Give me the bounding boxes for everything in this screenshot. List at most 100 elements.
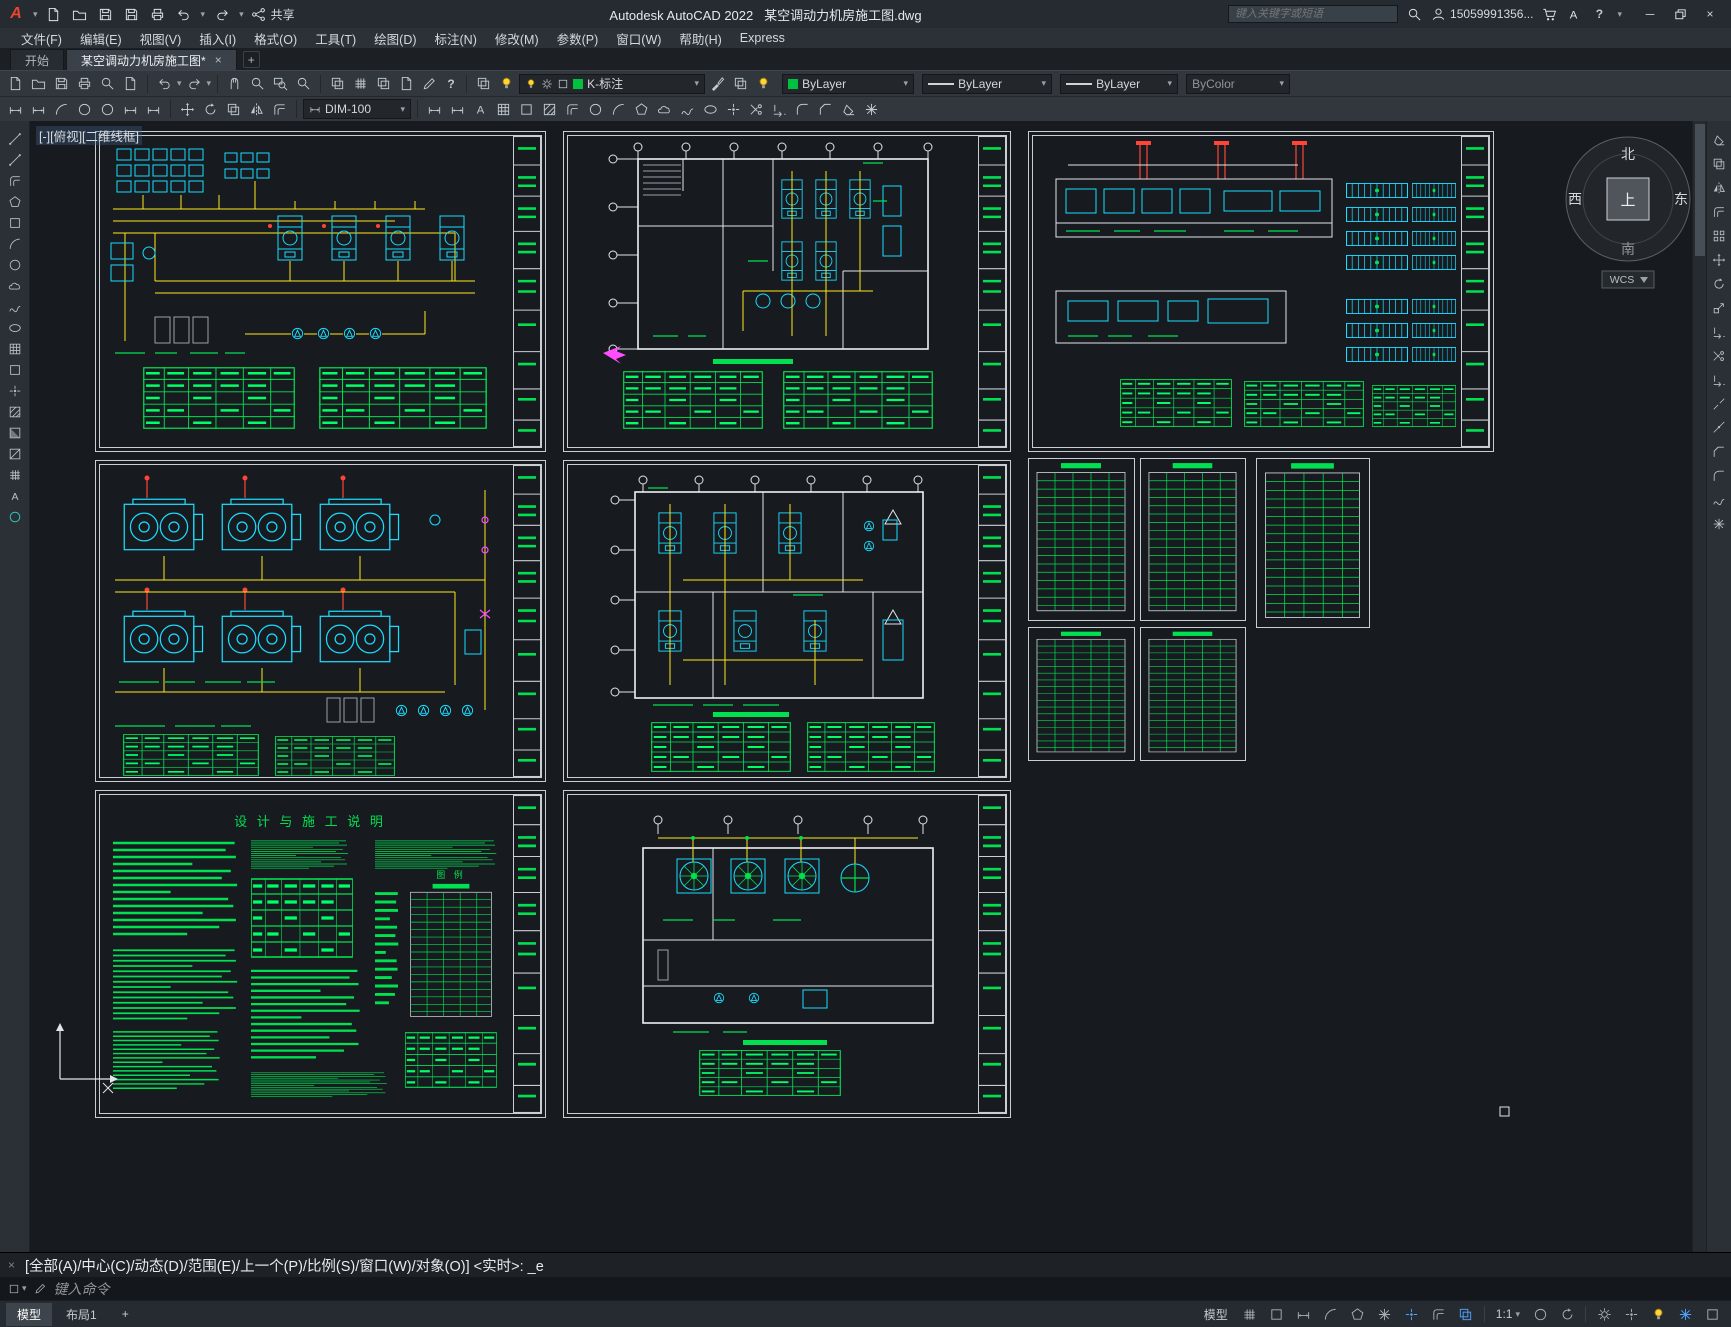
erase-button[interactable] [838, 99, 859, 120]
layer-states-button[interactable] [753, 73, 774, 94]
layer-previous-button[interactable] [730, 73, 751, 94]
revcloud-button[interactable] [654, 99, 675, 120]
toolbar-qnew-button[interactable] [5, 73, 26, 94]
explode-button[interactable] [861, 99, 882, 120]
offset-button[interactable] [269, 99, 290, 120]
markup-button[interactable] [419, 73, 440, 94]
sheet-set-manager-button[interactable] [396, 73, 417, 94]
mtext-button[interactable] [470, 99, 491, 120]
dim-radius-button[interactable] [74, 99, 95, 120]
properties-palette-button[interactable] [327, 73, 348, 94]
region-tool-icon[interactable] [4, 445, 26, 462]
toolbar-save-button[interactable] [51, 73, 72, 94]
menu-express[interactable]: Express [731, 28, 794, 48]
tool-palettes-button[interactable] [373, 73, 394, 94]
polar-tracking-toggle-icon[interactable] [1320, 1304, 1342, 1324]
command-input-prompt[interactable]: 键入命令 [54, 1279, 110, 1299]
rotate-button[interactable] [200, 99, 221, 120]
menu-help[interactable]: 帮助(H) [670, 28, 730, 48]
toolbar-plot-button[interactable] [74, 73, 95, 94]
match-properties-button[interactable] [707, 73, 728, 94]
plot-button[interactable] [149, 5, 167, 23]
linetype-combo[interactable]: ByLayer ▾ [922, 73, 1053, 94]
autoscale-toggle-icon[interactable] [1556, 1304, 1578, 1324]
gradient-tool-icon[interactable] [4, 424, 26, 441]
grid-display-toggle-icon[interactable] [1239, 1304, 1261, 1324]
polyline-button[interactable] [562, 99, 583, 120]
saveas-button[interactable] [123, 5, 141, 23]
command-history[interactable]: × [全部(A)/中心(C)/动态(D)/范围(E)/上一个(P)/比例(S)/… [0, 1252, 1731, 1277]
minimize-button[interactable]: ─ [1635, 1, 1665, 27]
object-snap-tracking-toggle-icon[interactable] [1374, 1304, 1396, 1324]
blend-tool-icon[interactable] [1708, 491, 1730, 508]
undo-button[interactable] [175, 5, 193, 23]
table-tool-icon[interactable] [4, 466, 26, 483]
annotation-scale-button[interactable]: 1:1 ▾ [1492, 1305, 1524, 1323]
viewcube-south[interactable]: 南 [1621, 241, 1635, 257]
app-store-cart-icon[interactable] [1542, 7, 1557, 22]
dim-aligned-button[interactable] [28, 99, 49, 120]
workspace-switching-icon[interactable] [1593, 1304, 1615, 1324]
polygon-button[interactable] [631, 99, 652, 120]
scrollbar-thumb[interactable] [1695, 124, 1705, 256]
offset-tool-icon[interactable] [1708, 203, 1730, 220]
layer-combo[interactable]: K-标注 ▾ [519, 73, 706, 94]
snap-mode-toggle-icon[interactable] [1266, 1304, 1288, 1324]
rectangle-tool-icon[interactable] [4, 214, 26, 231]
stretch-tool-icon[interactable] [1708, 323, 1730, 340]
dim-diameter-button[interactable] [97, 99, 118, 120]
join-tool-icon[interactable] [1708, 419, 1730, 436]
object-snap-toggle-icon[interactable] [1401, 1304, 1423, 1324]
command-customize-button[interactable]: ▾ [8, 1283, 27, 1295]
layout1-tab[interactable]: 布局1 [55, 1303, 108, 1326]
polygon-tool-icon[interactable] [4, 193, 26, 210]
viewcube-north[interactable]: 北 [1621, 146, 1635, 162]
spline-tool-icon[interactable] [4, 298, 26, 315]
drawing-canvas[interactable]: [-][俯视][二维线框] 设 计 与 施 工 说 明 图 例 上 北 西 东 … [30, 121, 1692, 1252]
mtext-tool-icon[interactable] [4, 487, 26, 504]
arc-button[interactable] [608, 99, 629, 120]
model-space-canvas[interactable]: 设 计 与 施 工 说 明 图 例 上 北 西 东 南 WCS [30, 121, 1692, 1252]
plotstyle-combo[interactable]: ByColor ▾ [1186, 73, 1291, 94]
menu-dimension[interactable]: 标注(N) [426, 28, 486, 48]
share-button[interactable]: 共享 [251, 6, 295, 23]
insert-block-button[interactable] [516, 99, 537, 120]
menu-draw[interactable]: 绘图(D) [365, 28, 425, 48]
menu-insert[interactable]: 插入(I) [190, 28, 245, 48]
dimstyle-combo[interactable]: DIM-100 ▾ [303, 99, 411, 119]
point-button[interactable] [723, 99, 744, 120]
ellipse-tool-icon[interactable] [4, 319, 26, 336]
open-button[interactable] [71, 5, 89, 23]
add-selected-tool-icon[interactable] [4, 508, 26, 525]
chamfer-button[interactable] [815, 99, 836, 120]
redo-list-chevron-icon[interactable]: ▾ [207, 78, 212, 89]
color-combo-chevron-icon[interactable]: ▾ [904, 78, 909, 89]
zoom-window-button[interactable] [270, 73, 291, 94]
menu-parametric[interactable]: 参数(P) [548, 28, 608, 48]
color-combo[interactable]: ByLayer ▾ [782, 73, 915, 94]
move-button[interactable] [177, 99, 198, 120]
menu-window[interactable]: 窗口(W) [607, 28, 670, 48]
table-button[interactable] [493, 99, 514, 120]
menu-modify[interactable]: 修改(M) [486, 28, 548, 48]
scale-tool-icon[interactable] [1708, 299, 1730, 316]
plotstyle-combo-chevron-icon[interactable]: ▾ [1280, 78, 1285, 89]
undo-list-chevron-icon[interactable]: ▾ [177, 78, 182, 89]
hatch-button[interactable] [539, 99, 560, 120]
qdim-button[interactable] [143, 99, 164, 120]
polyline-tool-icon[interactable] [4, 172, 26, 189]
menu-format[interactable]: 格式(O) [245, 28, 306, 48]
spline-button[interactable] [677, 99, 698, 120]
lineweight-combo[interactable]: ByLayer ▾ [1060, 73, 1179, 94]
toolbar-help-button[interactable]: ? [442, 77, 460, 91]
hatch-tool-icon[interactable] [4, 403, 26, 420]
trim-button[interactable] [746, 99, 767, 120]
rotate-tool-icon[interactable] [1708, 275, 1730, 292]
dim-baseline-button[interactable] [424, 99, 445, 120]
pan-button[interactable] [224, 73, 245, 94]
dim-ordinate-button[interactable] [120, 99, 141, 120]
extend-button[interactable] [769, 99, 790, 120]
command-input-row[interactable]: ▾ 键入命令 [0, 1277, 1731, 1300]
circle-button[interactable] [585, 99, 606, 120]
zoom-realtime-button[interactable] [247, 73, 268, 94]
